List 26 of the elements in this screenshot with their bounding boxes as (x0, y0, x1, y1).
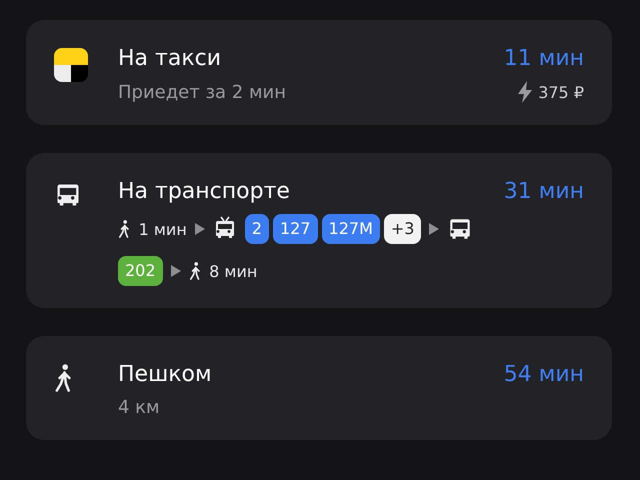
option-title: На такси (118, 46, 221, 71)
walk-duration: 8 мин (209, 262, 258, 280)
option-subtitle: Приедет за 2 мин (118, 82, 286, 102)
arrow-icon (194, 223, 205, 235)
price: 375 ₽ (538, 82, 584, 102)
walking-person-icon (188, 262, 202, 280)
route-number-badge: 127М (322, 214, 380, 244)
route-option-card[interactable]: Пешком 54 мин 4 км (26, 336, 612, 440)
route-option-card[interactable]: На такси 11 мин Приедет за 2 мин 375 ₽ (26, 20, 612, 125)
taxi-logo-icon (54, 48, 88, 82)
lightning-icon (518, 81, 532, 103)
option-title: Пешком (118, 362, 212, 387)
travel-time: 54 мин (504, 362, 584, 387)
route-option-card[interactable]: На транспорте 31 мин 1 мин 2 127 127М +3 202 8 мин (26, 153, 612, 308)
travel-time: 31 мин (504, 179, 584, 204)
route-number-badge: 2 (244, 214, 269, 244)
route-number-badge: 127 (272, 214, 318, 244)
arrow-icon (429, 223, 440, 235)
travel-time: 11 мин (504, 46, 584, 71)
option-title: На транспорте (118, 179, 290, 204)
route-number-badge: +3 (384, 214, 422, 244)
option-subtitle: 4 км (118, 397, 160, 418)
arrow-icon (170, 265, 181, 277)
route-number-badge: 202 (118, 256, 163, 286)
walking-person-icon (118, 220, 131, 238)
walk-duration: 1 мин (138, 220, 187, 238)
